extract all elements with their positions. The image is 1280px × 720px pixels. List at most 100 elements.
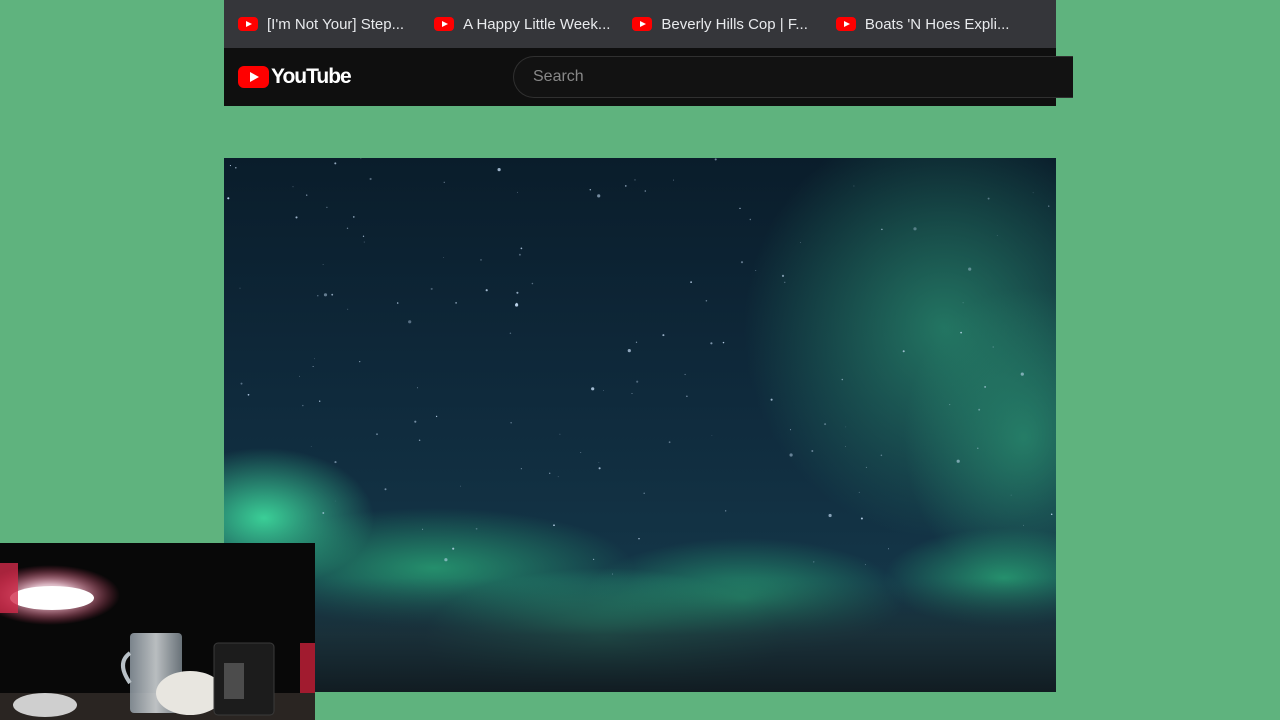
star [414,420,417,423]
star [235,167,237,169]
star [239,287,241,289]
bookmark-3[interactable]: Beverly Hills Cop | F... [632,8,808,40]
star [714,158,717,161]
star [781,274,785,277]
star [984,386,986,388]
star [322,264,324,265]
star [229,165,231,167]
star [227,197,230,200]
star [475,527,478,530]
star [996,235,998,236]
star [557,476,559,478]
star [603,390,604,391]
star [770,398,773,401]
star [295,216,298,219]
star [853,185,855,187]
star [960,331,962,334]
star [598,462,600,463]
bookmark-label: Boats 'N Hoes Expli... [864,15,1010,33]
star [749,218,752,221]
star [811,450,814,452]
star [334,500,336,502]
star [705,300,708,302]
youtube-logo-icon [238,66,269,88]
star [722,341,725,344]
star [531,282,534,285]
star [352,216,355,218]
star [1048,205,1050,207]
bookmark-2[interactable]: A Happy Little Week... [434,8,610,40]
star [686,395,688,397]
star [992,346,994,348]
star [444,558,448,562]
star [789,453,793,457]
star [858,491,860,493]
star [612,573,613,575]
youtube-masthead: YouTube [224,48,1073,106]
star [638,538,640,540]
search-input[interactable] [531,67,1073,87]
star [430,287,433,290]
bookmark-4[interactable]: Boats 'N Hoes Expli... [835,8,1010,40]
star [949,404,951,406]
youtube-logo-text: YouTube [271,65,352,88]
star [452,547,455,550]
star [359,360,361,363]
star [864,564,866,566]
star [516,191,518,193]
star [631,393,633,394]
star [755,270,757,271]
star [636,380,639,383]
youtube-favicon-icon [238,17,258,31]
webcam-overlay [0,543,315,720]
star [589,188,592,191]
star [520,247,523,250]
bookmark-label: A Happy Little Week... [463,15,611,33]
star [240,382,243,385]
star [443,256,445,258]
star [634,179,636,181]
star [881,228,883,231]
star [813,561,815,563]
star [480,259,482,261]
star [845,426,847,428]
star [841,378,844,381]
star [302,404,304,407]
star [362,235,365,237]
star [360,158,362,159]
star [247,393,250,396]
star [347,308,349,310]
star [306,194,308,196]
bookmark-label: [I'm Not Your] Step... [267,15,405,33]
youtube-logo[interactable]: YouTube [238,65,352,88]
bookmark-label: Beverly Hills Cop | F... [661,15,808,33]
star [1023,524,1024,526]
star [510,422,512,424]
star [1020,372,1024,376]
star [408,320,412,324]
star [635,341,638,343]
star [509,332,512,334]
youtube-favicon-icon [835,17,856,31]
star [553,524,555,527]
star [485,289,488,292]
star [455,302,457,304]
star [627,349,631,353]
star [418,439,421,441]
star [417,387,418,389]
star [443,181,445,183]
webcam-frame [0,543,315,720]
video-frame [224,158,1056,692]
star [860,517,863,520]
star [789,429,792,431]
star [515,302,518,305]
star [845,446,846,447]
star [725,510,727,512]
star [710,342,713,345]
star [1010,494,1012,496]
star [673,179,675,181]
bookmark-1[interactable]: [I'm Not Your] Step... [238,8,404,40]
star [497,168,501,172]
video-player[interactable] [224,158,1056,692]
star [968,267,972,271]
